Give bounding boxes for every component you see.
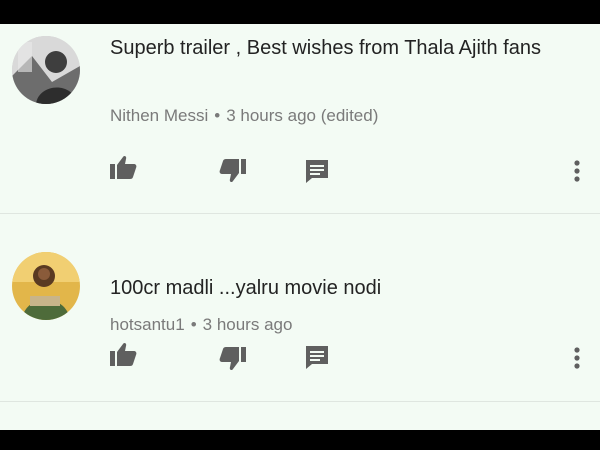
comment-meta: hotsantu1 • 3 hours ago (110, 315, 292, 335)
reply-button[interactable] (302, 156, 332, 186)
like-button[interactable] (108, 152, 138, 182)
comment-item: Superb trailer , Best wishes from Thala … (0, 24, 600, 214)
more-vert-icon (574, 160, 580, 182)
avatar[interactable] (12, 36, 80, 104)
comment-meta: Nithen Messi • 3 hours ago (edited) (110, 106, 378, 126)
avatar[interactable] (12, 252, 80, 320)
timestamp: 3 hours ago (edited) (226, 106, 379, 125)
more-vert-icon (574, 347, 580, 369)
meta-separator: • (214, 106, 221, 125)
more-options-button[interactable] (562, 156, 592, 186)
author-name[interactable]: Nithen Messi (110, 106, 208, 125)
timestamp: 3 hours ago (202, 315, 293, 334)
comments-list: Superb trailer , Best wishes from Thala … (0, 24, 600, 430)
author-name[interactable]: hotsantu1 (110, 315, 185, 334)
dislike-button[interactable] (218, 344, 248, 374)
comment-icon (306, 346, 328, 369)
comment-item: 100cr madli ...yalru movie nodi hotsantu… (0, 214, 600, 402)
comment-divider (0, 401, 600, 402)
comment-text: Superb trailer , Best wishes from Thala … (110, 37, 541, 59)
dislike-button[interactable] (218, 156, 248, 186)
thumbs-down-icon (219, 159, 246, 183)
thumbs-up-icon (110, 342, 137, 366)
like-button[interactable] (108, 339, 138, 369)
reply-button[interactable] (302, 342, 332, 372)
meta-separator: • (190, 315, 197, 334)
top-black-bar (0, 0, 600, 24)
comment-icon (306, 160, 328, 183)
more-options-button[interactable] (562, 343, 592, 373)
thumbs-up-icon (110, 155, 137, 179)
thumbs-down-icon (219, 347, 246, 371)
comment-text: 100cr madli ...yalru movie nodi (110, 277, 382, 299)
bottom-black-bar (0, 430, 600, 450)
